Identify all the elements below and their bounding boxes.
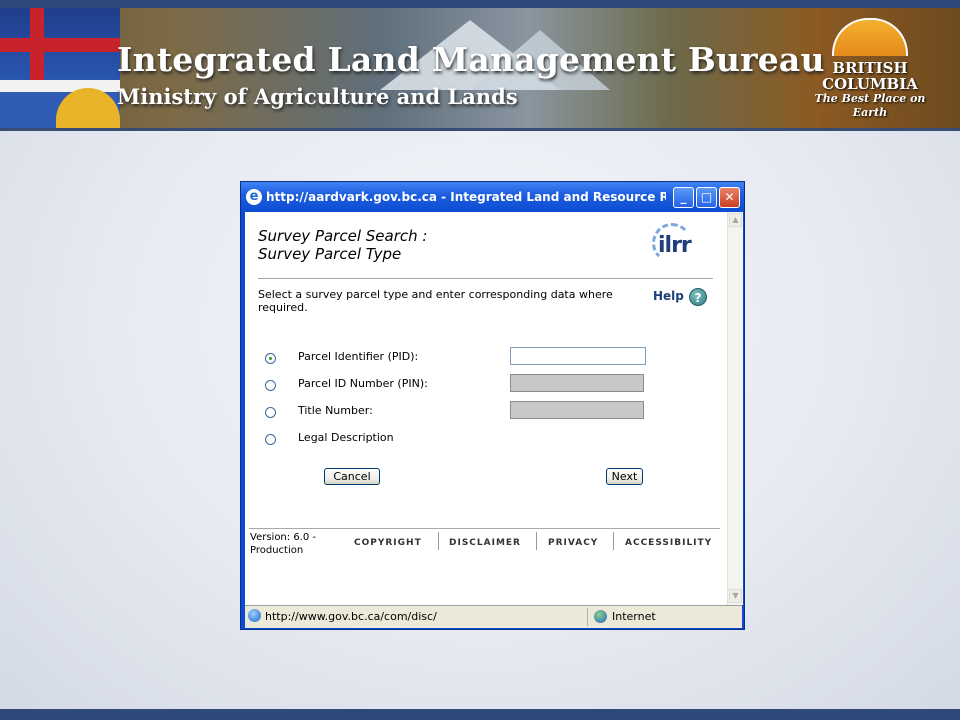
status-url: http://www.gov.bc.ca/com/disc/ [265, 610, 437, 623]
option-row-title: Title Number: [245, 401, 727, 424]
radio-pid[interactable] [265, 353, 276, 364]
version-text: Version: 6.0 - Production [250, 532, 317, 556]
site-banner: Integrated Land Management Bureau Minist… [0, 0, 960, 131]
ilrr-logo-text: ilrr [658, 233, 692, 258]
page-content: Survey Parcel Search : Survey Parcel Typ… [245, 212, 727, 605]
banner-subtitle: Ministry of Agriculture and Lands [117, 84, 518, 109]
scroll-down-arrow-icon[interactable]: ▼ [729, 589, 742, 603]
bc-logo-tagline: The Best Place on Earth [814, 92, 926, 119]
window-title: http://aardvark.gov.bc.ca - Integrated L… [266, 190, 666, 204]
pin-input[interactable] [510, 374, 644, 392]
ilrr-logo: ilrr [650, 221, 710, 267]
window-titlebar[interactable]: e http://aardvark.gov.bc.ca - Integrated… [241, 182, 744, 212]
minimize-button[interactable]: _ [673, 187, 694, 208]
radio-pin[interactable] [265, 380, 276, 391]
bc-logo-line2: COLUMBIA [822, 75, 918, 93]
page-title-line2: Survey Parcel Type [258, 245, 402, 263]
label-pid: Parcel Identifier (PID): [298, 350, 419, 363]
page-icon [248, 609, 261, 622]
bc-logo: BRITISH COLUMBIA The Best Place on Earth [800, 14, 940, 124]
label-legal-description: Legal Description [298, 431, 394, 444]
page-title-line1: Survey Parcel Search : [258, 227, 428, 245]
radio-legal-description[interactable] [265, 434, 276, 445]
cancel-button[interactable]: Cancel [324, 468, 380, 485]
label-pin: Parcel ID Number (PIN): [298, 377, 428, 390]
title-number-input[interactable] [510, 401, 644, 419]
internet-zone-icon [594, 610, 607, 623]
help-link[interactable]: Help [653, 289, 684, 303]
footer-link-copyright[interactable]: COPYRIGHT [354, 538, 422, 548]
banner-title: Integrated Land Management Bureau [117, 40, 825, 79]
scroll-up-arrow-icon[interactable]: ▲ [729, 213, 742, 227]
footer-divider [249, 528, 720, 529]
next-button[interactable]: Next [606, 468, 643, 485]
instructions-text: Select a survey parcel type and enter co… [258, 288, 613, 314]
maximize-button[interactable]: □ [696, 187, 717, 208]
page-title: Survey Parcel Search : Survey Parcel Typ… [258, 227, 427, 263]
header-divider [258, 278, 713, 279]
footer-link-accessibility[interactable]: ACCESSIBILITY [625, 538, 712, 548]
ie-icon: e [246, 189, 262, 205]
bc-sun-icon [832, 18, 908, 56]
bc-logo-line1: BRITISH [832, 59, 908, 77]
security-zone-label: Internet [612, 610, 656, 623]
banner-top-strip [0, 0, 960, 8]
status-bar: http://www.gov.bc.ca/com/disc/ Internet [245, 605, 742, 628]
footer-link-disclaimer[interactable]: DISCLAIMER [449, 538, 521, 548]
label-title-number: Title Number: [298, 404, 373, 417]
bc-flag-image [0, 8, 120, 128]
help-icon[interactable]: ? [689, 288, 707, 306]
option-row-pin: Parcel ID Number (PIN): [245, 374, 727, 397]
pid-input[interactable] [510, 347, 646, 365]
browser-popup-window: e http://aardvark.gov.bc.ca - Integrated… [240, 181, 745, 630]
option-row-legal: Legal Description [245, 431, 727, 451]
vertical-scrollbar[interactable]: ▲ ▼ [727, 212, 743, 605]
option-row-pid: Parcel Identifier (PID): [245, 347, 727, 370]
footer-link-privacy[interactable]: PRIVACY [548, 538, 598, 548]
bottom-strip [0, 709, 960, 720]
close-button[interactable]: ✕ [719, 187, 740, 208]
radio-title-number[interactable] [265, 407, 276, 418]
